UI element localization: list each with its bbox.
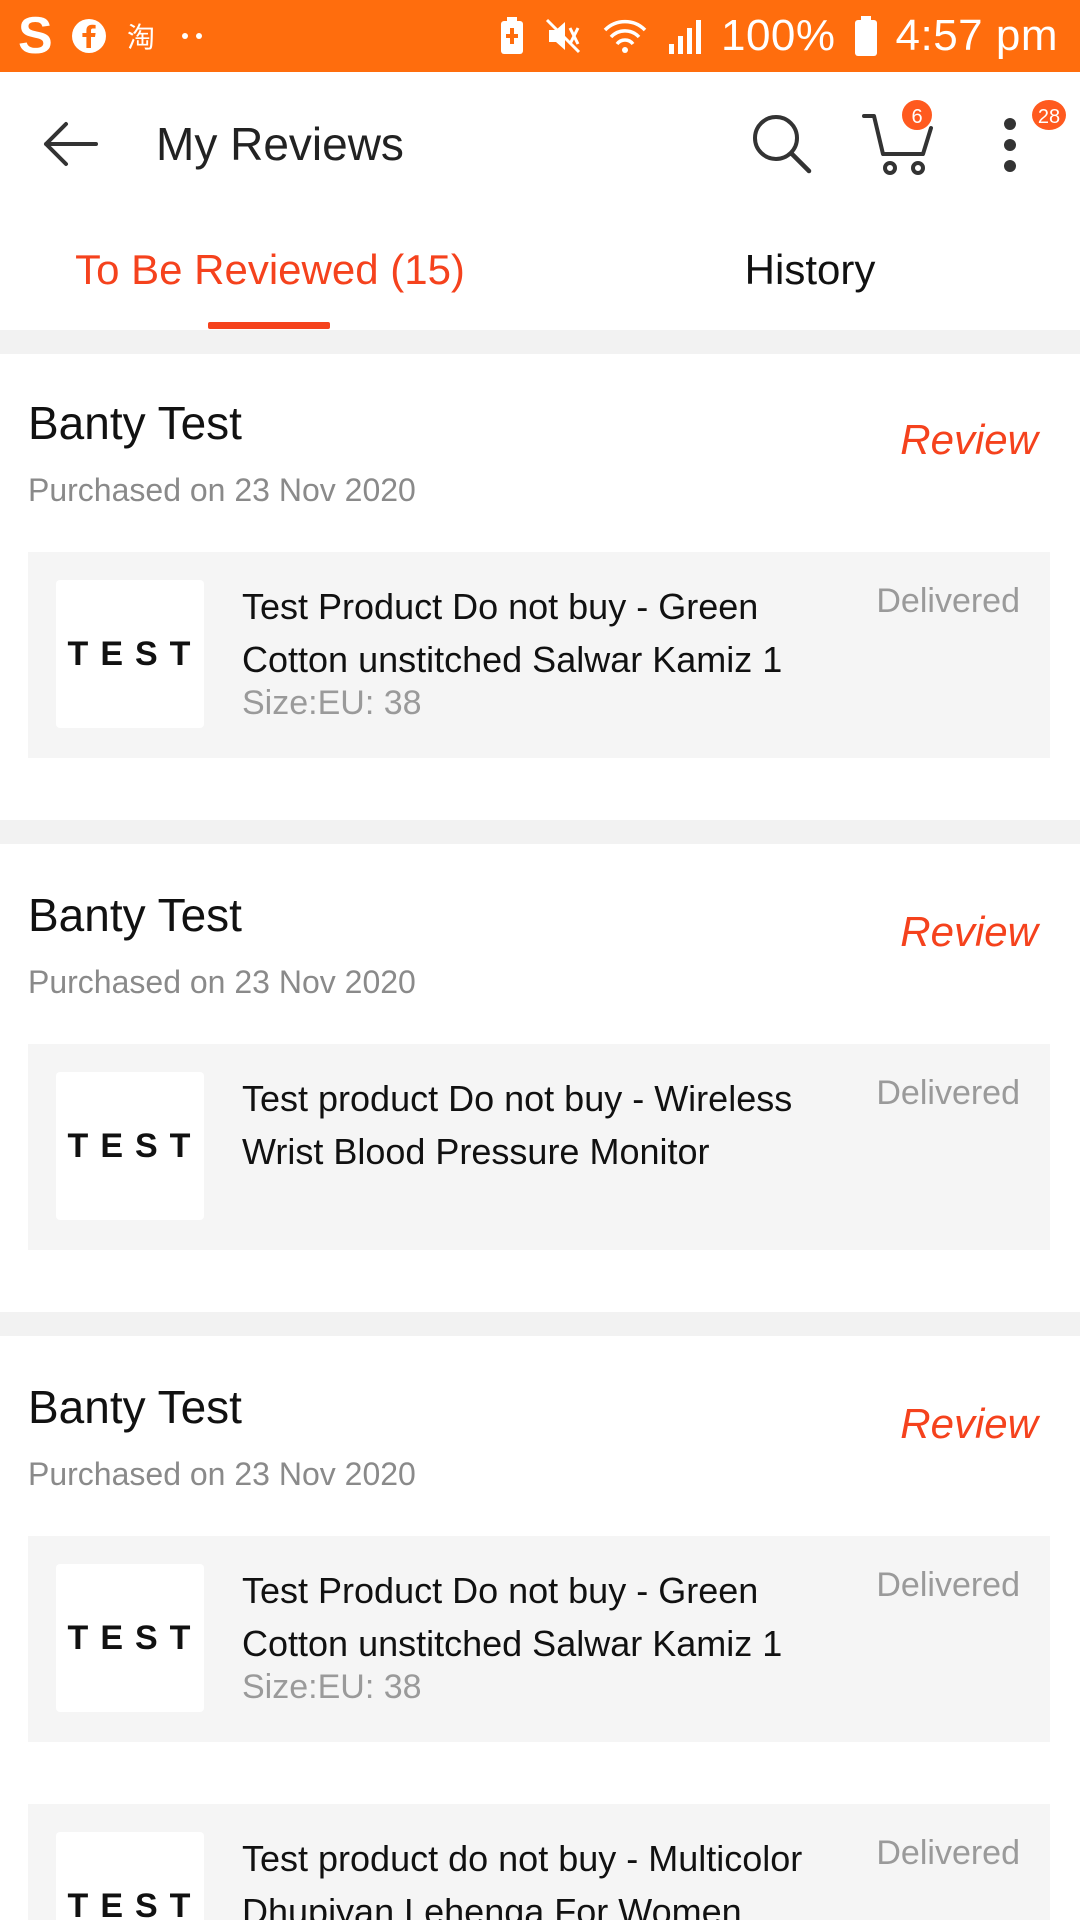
cart-count-badge: 6 <box>900 98 934 132</box>
seller-name: Banty Test <box>28 397 242 449</box>
search-button[interactable] <box>748 110 814 176</box>
purchase-date: Purchased on 23 Nov 2020 <box>28 1456 416 1492</box>
seller-name: Banty Test <box>28 1381 242 1433</box>
section-divider <box>0 330 1080 354</box>
delivery-status: Delivered <box>876 1074 1020 1112</box>
product-thumbnail: TEST <box>56 1072 204 1220</box>
status-bar-right: 100% 4:57 pm <box>499 11 1058 61</box>
taobao-icon: 淘 <box>125 18 161 54</box>
product-item[interactable]: TEST Test Product Do not buy - Green Cot… <box>28 552 1050 758</box>
product-size: Size:EU: 38 <box>242 684 422 722</box>
battery-saver-icon <box>499 16 525 56</box>
product-name: Test product Do not buy - Wireless Wrist… <box>242 1078 793 1172</box>
review-card: Banty Test Purchased on 23 Nov 2020 Revi… <box>0 1338 1080 1920</box>
delivery-status: Delivered <box>876 1566 1020 1604</box>
notification-count-badge: 28 <box>1030 98 1068 132</box>
mute-icon <box>543 16 583 56</box>
review-button[interactable]: Review <box>900 908 1038 956</box>
more-vert-icon <box>1004 118 1016 172</box>
signal-icon <box>667 16 703 56</box>
seller-name: Banty Test <box>28 889 242 941</box>
product-size: Size:EU: 38 <box>242 1668 422 1706</box>
skype-icon: S <box>18 7 53 65</box>
review-button[interactable]: Review <box>900 1400 1038 1448</box>
delivery-status: Delivered <box>876 582 1020 620</box>
product-name: Test product do not buy - Multicolor Dhu… <box>242 1838 803 1920</box>
battery-icon <box>854 15 878 57</box>
product-item[interactable]: TEST Test Product Do not buy - Green Cot… <box>28 1536 1050 1742</box>
product-item[interactable]: TEST Test product do not buy - Multicolo… <box>28 1804 1050 1920</box>
more-button[interactable] <box>990 110 1030 180</box>
search-icon <box>753 115 812 174</box>
dots-icon <box>179 30 209 42</box>
facebook-icon <box>71 18 107 54</box>
product-name: Test Product Do not buy - Green Cotton u… <box>242 586 783 680</box>
back-button[interactable] <box>38 112 102 176</box>
status-bar-left: S 淘 <box>18 6 209 66</box>
review-tabs: To Be Reviewed (15) History <box>0 212 1080 330</box>
tab-label: To Be Reviewed (15) <box>75 246 465 293</box>
active-tab-indicator <box>208 322 330 329</box>
arrow-left-icon <box>44 122 98 166</box>
app-bar: My Reviews 6 28 <box>0 72 1080 212</box>
section-divider <box>0 820 1080 844</box>
wifi-icon <box>601 16 649 56</box>
product-thumbnail: TEST <box>56 580 204 728</box>
review-card: Banty Test Purchased on 23 Nov 2020 Revi… <box>0 354 1080 820</box>
product-thumbnail: TEST <box>56 1832 204 1920</box>
tab-label: History <box>744 246 876 293</box>
status-bar: S 淘 100% 4:57 pm <box>0 0 1080 72</box>
page-title: My Reviews <box>156 118 404 170</box>
purchase-date: Purchased on 23 Nov 2020 <box>28 964 416 1000</box>
review-card: Banty Test Purchased on 23 Nov 2020 Revi… <box>0 846 1080 1312</box>
section-divider <box>0 1312 1080 1336</box>
svg-text:淘: 淘 <box>127 21 155 54</box>
battery-percent: 100% <box>720 11 836 60</box>
purchase-date: Purchased on 23 Nov 2020 <box>28 472 416 508</box>
product-thumbnail: TEST <box>56 1564 204 1712</box>
product-name: Test Product Do not buy - Green Cotton u… <box>242 1570 783 1664</box>
product-item[interactable]: TEST Test product Do not buy - Wireless … <box>28 1044 1050 1250</box>
delivery-status: Delivered <box>876 1834 1020 1872</box>
tab-to-be-reviewed[interactable]: To Be Reviewed (15) <box>0 212 540 330</box>
clock: 4:57 pm <box>895 11 1058 60</box>
tab-history[interactable]: History <box>540 212 1080 330</box>
review-button[interactable]: Review <box>900 416 1038 464</box>
